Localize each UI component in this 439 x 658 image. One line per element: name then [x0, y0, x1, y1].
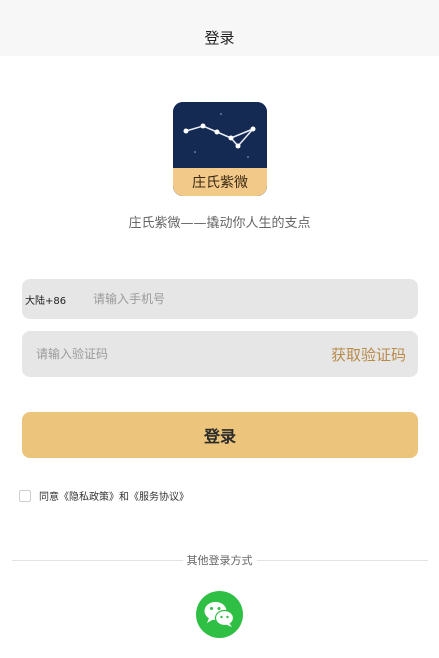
phone-field: 大陆+86 [22, 279, 418, 319]
get-code-button[interactable]: 获取验证码 [331, 344, 406, 365]
agreement-text[interactable]: 同意《隐私政策》和《服务协议》 [39, 488, 189, 503]
wechat-icon [204, 602, 235, 627]
tagline: 庄氏紫微——撬动你人生的支点 [128, 216, 311, 231]
phone-input[interactable] [91, 291, 395, 307]
code-input[interactable] [34, 346, 298, 362]
code-field: 获取验证码 [22, 331, 418, 377]
agreement-checkbox[interactable] [19, 489, 31, 502]
agreement: 同意《隐私政策》和《服务协议》 [19, 488, 189, 503]
wechat-login-button[interactable] [196, 591, 243, 638]
page-title: 登录 [204, 28, 235, 47]
app-logo: 庄氏紫微 [173, 102, 267, 196]
other-login-label-wrap: 其他登录方式 [0, 552, 439, 568]
app-icon-label: 庄氏紫微 [173, 168, 267, 196]
region-code-selector[interactable]: 大陆+86 [25, 292, 91, 307]
login-button[interactable]: 登录 [22, 412, 418, 458]
other-login-label: 其他登录方式 [182, 554, 257, 567]
header: 登录 [0, 0, 439, 56]
